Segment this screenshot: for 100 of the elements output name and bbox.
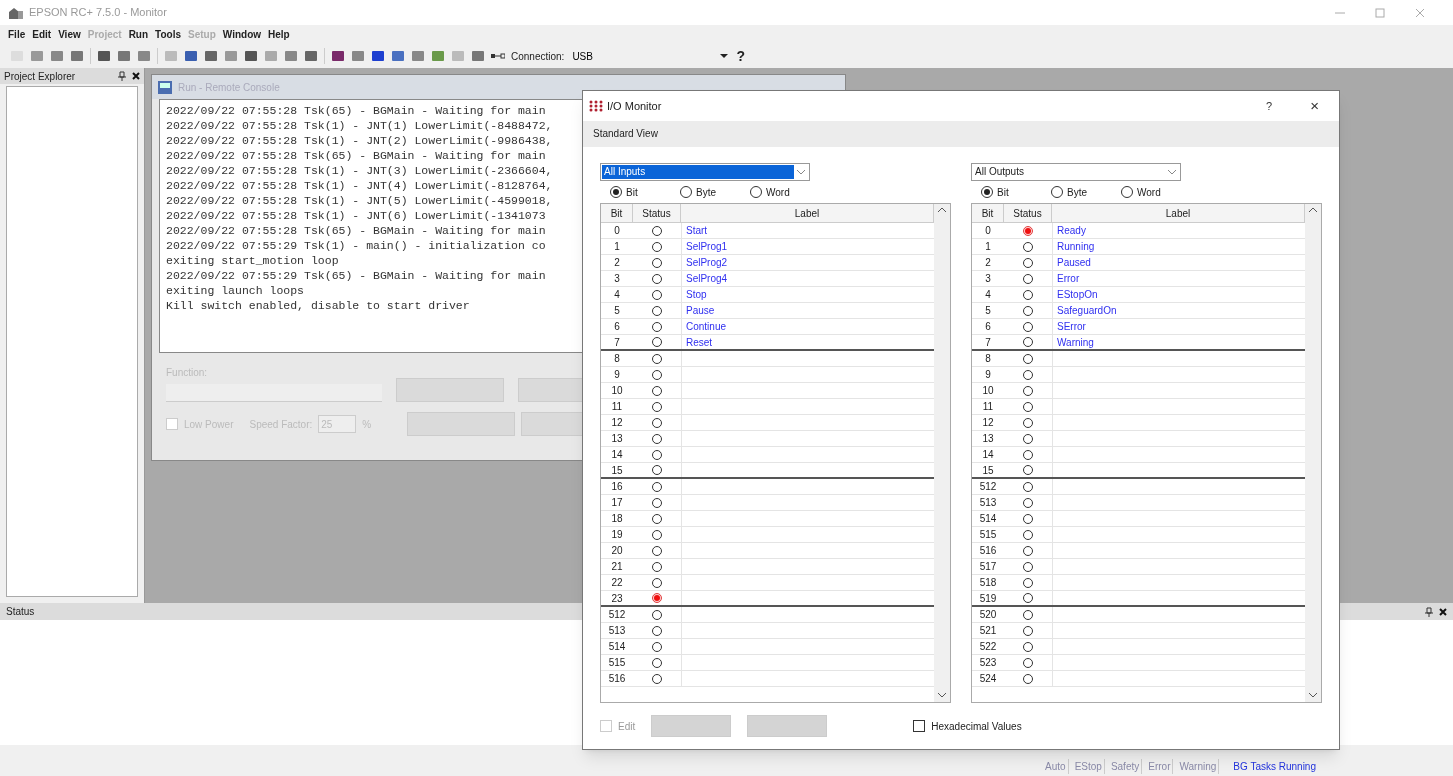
radio-button[interactable] — [750, 186, 762, 198]
close-button[interactable]: × — [1310, 94, 1319, 118]
console-line: 2022/09/22 07:55:28 Tsk(1) - JNT(6) LowerLimit(-1341073 — [166, 208, 546, 223]
io-label: Continue — [686, 321, 727, 332]
radio-button[interactable] — [680, 186, 692, 198]
connection-label: Connection: — [511, 49, 565, 64]
io-label: Start — [686, 225, 708, 236]
toolbar-icon[interactable] — [331, 49, 345, 63]
radio-label: Byte — [696, 185, 716, 200]
toolbar-icon[interactable] — [97, 49, 111, 63]
bit-number: 23 — [610, 592, 624, 605]
bit-number: 519 — [978, 592, 998, 605]
radio-button[interactable] — [610, 186, 622, 198]
bit-number: 9 — [613, 368, 621, 382]
menu-item[interactable]: Edit — [32, 27, 52, 42]
help-button[interactable]: ? — [1266, 97, 1273, 115]
status-indicator: EStop — [1072, 759, 1105, 774]
column-header[interactable]: Status — [1004, 204, 1052, 222]
panel-title: Status — [6, 605, 35, 619]
io-label: Reset — [686, 337, 713, 348]
io-filter-dropdown[interactable]: All Outputs — [971, 163, 1181, 181]
scroll-down-icon[interactable] — [1309, 693, 1317, 698]
menu-item[interactable]: View — [58, 27, 81, 42]
radio-label: Bit — [997, 185, 1009, 200]
console-line: 2022/09/22 07:55:28 Tsk(1) - JNT(2) LowerLimit(-9986438, — [166, 133, 553, 148]
toolbar-icon[interactable] — [204, 49, 218, 63]
io-monitor-icon — [589, 100, 603, 112]
tab[interactable]: Standard View — [591, 126, 660, 147]
pin-icon[interactable] — [1425, 606, 1433, 617]
bit-number: 14 — [981, 448, 995, 462]
toolbar-icon[interactable] — [184, 49, 198, 63]
bit-number: 512 — [978, 480, 998, 494]
bit-number: 3 — [984, 272, 992, 286]
status-indicator: Auto — [1043, 759, 1069, 774]
toolbar-icon[interactable] — [244, 49, 258, 63]
toolbar-icon[interactable] — [391, 49, 405, 63]
panel-title: Project Explorer — [4, 69, 76, 84]
console-line: 2022/09/22 07:55:28 Tsk(65) - BGMain - Waiting for main — [166, 223, 546, 238]
column-header[interactable]: Bit — [972, 204, 1004, 222]
bit-number: 0 — [984, 224, 992, 238]
console-line: 2022/09/22 07:55:28 Tsk(65) - BGMain - Waiting for main — [166, 148, 546, 163]
column-header[interactable]: Bit — [601, 204, 633, 222]
toolbar-icon[interactable] — [471, 49, 485, 63]
checkbox[interactable] — [913, 720, 926, 732]
toolbar-icon[interactable] — [371, 49, 385, 63]
io-label: Ready — [1057, 225, 1086, 236]
bit-number: 11 — [981, 400, 995, 414]
io-filter-dropdown[interactable]: All Inputs — [600, 163, 810, 181]
scrollbar[interactable] — [1305, 204, 1321, 702]
bit-number: 521 — [978, 624, 998, 638]
menu-item[interactable]: Tools — [155, 27, 182, 42]
bit-number: 17 — [610, 496, 624, 510]
dropdown-arrow-icon — [720, 53, 729, 59]
scroll-up-icon[interactable] — [1309, 208, 1317, 213]
scroll-down-icon[interactable] — [938, 693, 946, 698]
toolbar-icon[interactable] — [70, 49, 84, 63]
io-label: EStopOn — [1057, 289, 1098, 300]
menu-item[interactable]: Help — [268, 27, 290, 42]
bit-number: 515 — [607, 656, 627, 670]
io-label: Error — [1057, 273, 1080, 284]
bit-number: 522 — [978, 640, 998, 654]
status-indicator: Warning — [1177, 759, 1220, 774]
close-icon[interactable] — [1439, 607, 1447, 616]
column-header[interactable]: Status — [633, 204, 681, 222]
bit-number: 7 — [613, 336, 621, 349]
radio-button[interactable] — [1121, 186, 1133, 198]
bit-number: 19 — [610, 528, 624, 542]
bit-number: 8 — [613, 352, 621, 366]
radio-label: Bit — [626, 185, 638, 200]
bit-number: 1 — [613, 240, 621, 254]
bit-number: 513 — [978, 496, 998, 510]
toolbar-icon[interactable] — [117, 49, 131, 63]
io-label: Warning — [1057, 337, 1094, 348]
scroll-up-icon[interactable] — [938, 208, 946, 213]
menu-item[interactable]: File — [8, 27, 26, 42]
menu-item[interactable]: Run — [128, 27, 149, 42]
io-label: Stop — [686, 289, 707, 300]
edit-label: Edit — [618, 719, 636, 734]
console-line: 2022/09/22 07:55:28 Tsk(1) - JNT(5) LowerLimit(-4599018, — [166, 193, 553, 208]
console-line: 2022/09/22 07:55:28 Tsk(1) - JNT(4) LowerLimit(-8128764, — [166, 178, 553, 193]
menu-item[interactable]: Window — [222, 27, 262, 42]
bit-number: 512 — [607, 608, 627, 622]
close-icon[interactable] — [132, 72, 140, 80]
bit-number: 518 — [978, 576, 998, 590]
bit-number: 10 — [981, 384, 995, 398]
radio-button[interactable] — [981, 186, 993, 198]
toolbar-icon[interactable] — [304, 49, 318, 63]
console-line: 2022/09/22 07:55:28 Tsk(65) - BGMain - Waiting for main — [166, 103, 546, 118]
radio-button[interactable] — [1051, 186, 1063, 198]
bit-number: 514 — [978, 512, 998, 526]
scrollbar[interactable] — [934, 204, 950, 702]
bit-number: 12 — [981, 416, 995, 430]
console-window-icon — [158, 80, 172, 94]
help-button[interactable]: ? — [736, 45, 745, 67]
console-line: 2022/09/22 07:55:29 Tsk(65) - BGMain - Waiting for main — [166, 268, 546, 283]
pin-icon[interactable] — [118, 71, 126, 81]
bit-number: 11 — [610, 400, 624, 414]
bit-number: 7 — [984, 336, 992, 349]
bit-number: 524 — [978, 672, 998, 686]
bit-number: 516 — [978, 544, 998, 558]
